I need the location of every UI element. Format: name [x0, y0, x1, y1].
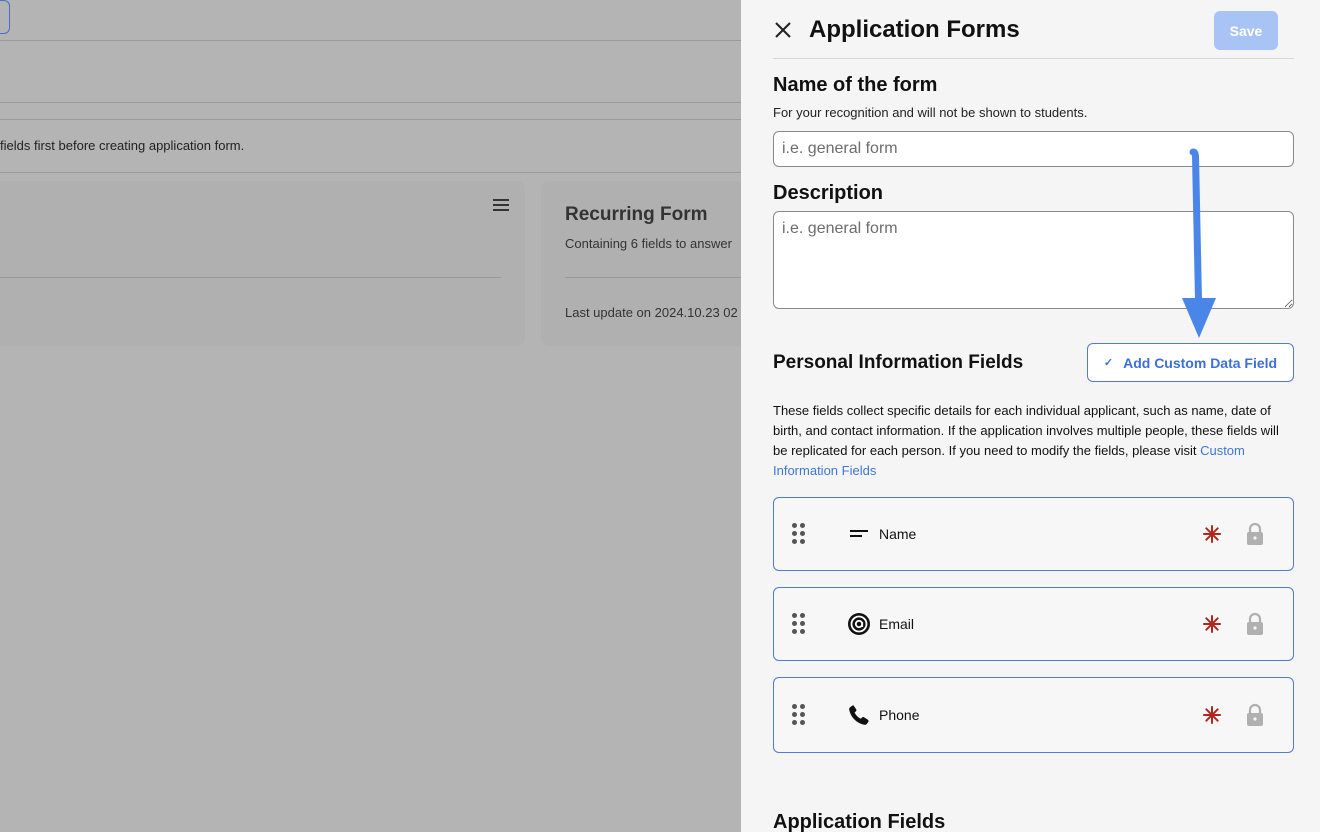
field-row-phone[interactable]: Phone: [773, 677, 1294, 753]
background-top-button: [0, 0, 10, 34]
drag-handle-icon[interactable]: [792, 704, 806, 726]
background-card-last-update: Last update on 2024.10.23 02: [565, 305, 738, 320]
add-custom-data-field-button[interactable]: ✓ Add Custom Data Field: [1087, 343, 1294, 382]
phone-icon: [847, 703, 871, 727]
background-notice: fields first before creating application…: [0, 138, 245, 153]
personal-info-description: These fields collect specific details fo…: [773, 401, 1294, 481]
drawer-title: Application Forms: [809, 16, 1020, 43]
background-divider: [0, 119, 741, 120]
required-asterisk-icon: [1203, 615, 1221, 633]
background-form-card: [0, 181, 525, 346]
save-button[interactable]: Save: [1214, 11, 1278, 50]
field-row-email[interactable]: Email: [773, 587, 1294, 661]
form-name-heading: Name of the form: [773, 74, 938, 96]
lock-icon: [1247, 522, 1263, 545]
required-asterisk-icon: [1203, 525, 1221, 543]
header-divider: [773, 58, 1294, 59]
application-fields-heading: Application Fields: [773, 811, 946, 832]
drag-handle-icon[interactable]: [792, 523, 806, 545]
drag-handle-icon[interactable]: [792, 613, 806, 635]
annotation-arrow-icon: [1182, 148, 1216, 338]
lock-icon: [1247, 703, 1263, 726]
field-label: Email: [879, 616, 915, 632]
background-page: fields first before creating application…: [0, 0, 741, 832]
add-custom-data-field-label: Add Custom Data Field: [1123, 354, 1278, 371]
at-sign-icon: [847, 612, 871, 636]
close-icon[interactable]: [772, 19, 794, 41]
form-name-help: For your recognition and will not be sho…: [773, 105, 1088, 120]
field-row-name[interactable]: Name: [773, 497, 1294, 571]
background-card-subtitle: Containing 6 fields to answer: [565, 236, 732, 251]
menu-icon: [493, 199, 509, 211]
background-divider: [0, 172, 741, 173]
background-divider: [0, 102, 741, 103]
background-divider: [0, 40, 741, 41]
background-card-title: Recurring Form: [565, 204, 708, 225]
field-label: Phone: [879, 707, 920, 723]
background-card-divider: [565, 277, 741, 278]
required-asterisk-icon: [1203, 706, 1221, 724]
lock-icon: [1247, 612, 1263, 635]
personal-info-heading: Personal Information Fields: [773, 352, 1024, 373]
description-heading: Description: [773, 182, 884, 204]
background-card-divider: [0, 277, 501, 278]
check-icon: ✓: [1103, 357, 1114, 369]
text-lines-icon: [847, 522, 871, 546]
field-label: Name: [879, 526, 917, 542]
